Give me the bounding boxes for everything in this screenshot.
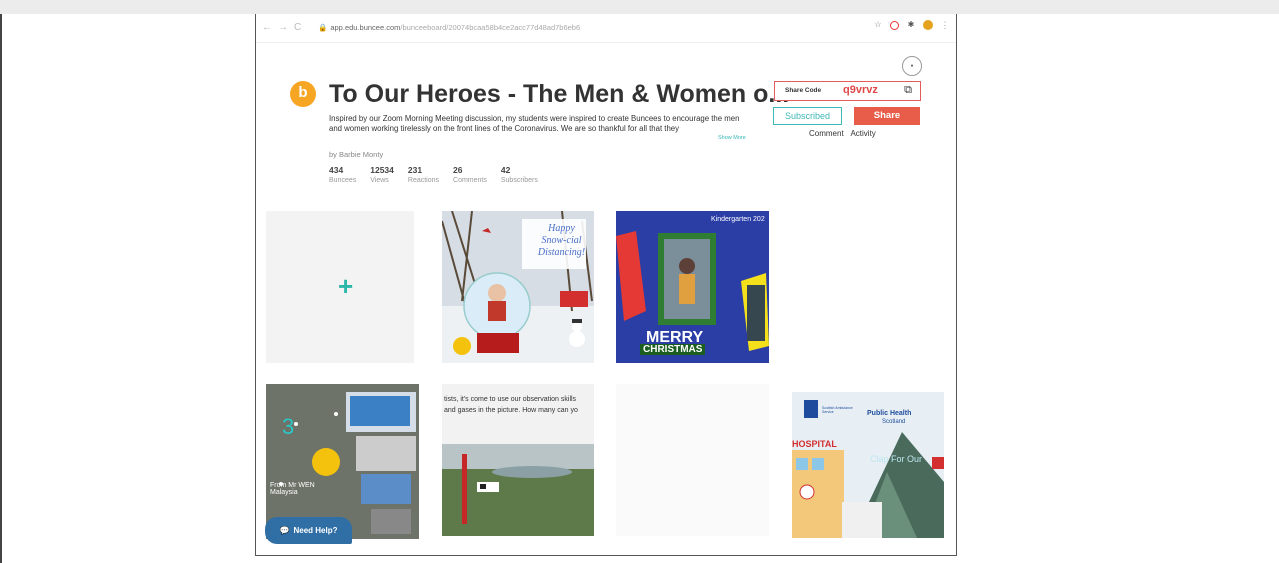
author-name: by Barbie Monty [329, 150, 384, 159]
board-tabs: Comment Activity [809, 129, 881, 138]
back-icon[interactable]: ← [262, 22, 278, 33]
buncee-tile-malaysia[interactable]: 3 From Mr WEN Malaysia [266, 384, 419, 539]
stat-buncees: 434 Buncees [329, 165, 357, 184]
hospital-label: HOSPITAL [792, 439, 837, 449]
outer-background-top [0, 0, 1279, 14]
board-description: Inspired by our Zoom Morning Meeting dis… [329, 114, 740, 133]
stat-views: 12534 Views [370, 165, 394, 184]
buncee-tile-public-health[interactable]: Public Health Scotland Scottish Ambulanc… [792, 392, 944, 538]
add-buncee-tile[interactable]: + [266, 211, 414, 363]
need-help-label: Need Help? [293, 526, 338, 535]
plus-icon: + [338, 271, 354, 301]
browser-window: ←→C 🔒 app.edu.buncee.com/bunceeboard/2007… [255, 14, 957, 556]
number-three: 3 [282, 414, 295, 439]
puzzle-icon[interactable]: ✱ [906, 20, 916, 30]
star-icon[interactable]: ☆ [873, 20, 883, 30]
share-code-label: Share Code [785, 87, 822, 94]
address-bar[interactable]: 🔒 app.edu.buncee.com/bunceeboard/20074bca… [318, 23, 580, 32]
buncee-tile-snow[interactable]: Happy Snow-cial Distancing! [442, 211, 594, 363]
buncee-tile-christmas[interactable]: Kindergarten 202 MERRY CHRISTMAS [616, 211, 769, 363]
stat-subscribers: 42 Subscribers [500, 165, 538, 184]
chat-icon: 💬 [279, 526, 290, 535]
snow-caption: Happy Snow-cial Distancing! [537, 223, 586, 258]
scotland-label: Scotland [882, 419, 906, 425]
buncee-tile-observation[interactable]: tists, it's come to use our observation … [442, 384, 594, 536]
profile-icon[interactable] [923, 20, 933, 30]
clap-label: Clap For Our [870, 454, 923, 464]
extension-icons: ☆ ✱ ⋮ [873, 20, 950, 30]
forward-icon[interactable]: → [278, 22, 294, 33]
observation-caption: tists, it's come to use our observation … [444, 396, 578, 414]
subscribed-button[interactable]: Subscribed [773, 107, 842, 125]
menu-icon[interactable]: ⋮ [940, 20, 950, 30]
outer-border-left [0, 14, 2, 563]
share-code-box: Share Code q9vrvz ⧉ [774, 81, 921, 101]
user-avatar[interactable]: ● [902, 56, 922, 76]
buncee-logo: b [290, 81, 316, 107]
url-host: app.edu.buncee.com [330, 23, 401, 32]
share-button[interactable]: Share [854, 107, 920, 125]
from-caption: From Mr WEN Malaysia [270, 482, 315, 496]
kindergarten-caption: Kindergarten 202 [711, 216, 765, 223]
buncee-tile-blank[interactable] [616, 384, 769, 536]
show-more-link[interactable]: Show More [718, 135, 746, 141]
tab-comment[interactable]: Comment [809, 129, 844, 138]
lock-icon: 🔒 [318, 23, 328, 32]
need-help-button[interactable]: 💬 Need Help? [265, 517, 352, 544]
tab-activity[interactable]: Activity [850, 129, 875, 138]
nav-buttons: ←→C [262, 22, 307, 33]
stat-comments: 26 Comments [453, 165, 487, 184]
board-stats: 434 Buncees 12534 Views 231 Reactions 26 Com… [329, 165, 552, 184]
share-code-value: q9vrvz [843, 84, 878, 96]
url-path: /bunceeboard/20074bcaa58b4ce2acc77d48ad7… [400, 23, 581, 32]
stat-reactions: 231 Reactions [407, 165, 440, 184]
ambulance-label: Scottish Ambulance Service [822, 406, 853, 414]
malaysia-collage-image [266, 384, 419, 539]
public-health-label: Public Health [867, 410, 912, 417]
christmas-caption: CHRISTMAS [640, 344, 706, 355]
copy-icon[interactable]: ⧉ [904, 84, 912, 97]
browser-toolbar: ←→C 🔒 app.edu.buncee.com/bunceeboard/2007… [256, 14, 956, 43]
record-icon[interactable] [890, 20, 899, 30]
board-title: To Our Heroes - The Men & Women o... [329, 80, 790, 108]
reload-icon[interactable]: C [294, 22, 307, 33]
